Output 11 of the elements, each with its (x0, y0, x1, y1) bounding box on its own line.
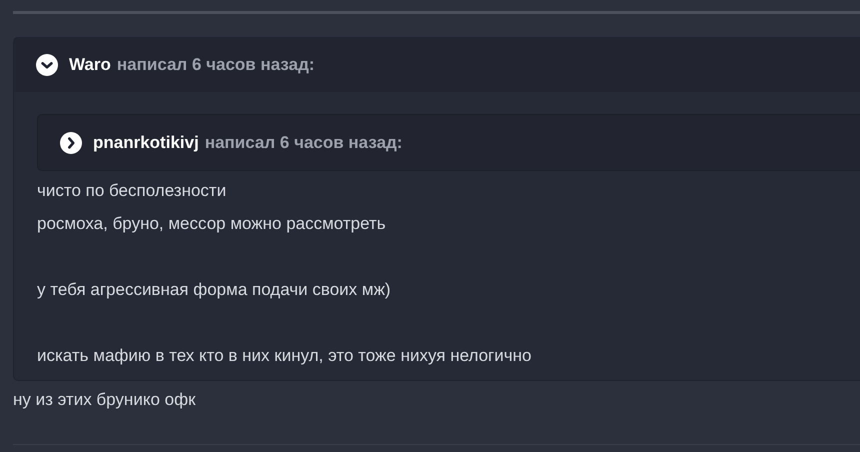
chevron-down-icon[interactable] (36, 54, 58, 76)
chevron-right-icon[interactable] (60, 132, 82, 154)
reply-text: ну из этих брунико офк (13, 389, 196, 411)
author-name[interactable]: Waro (69, 52, 111, 78)
quote-text-line: чисто по бесполезности (37, 180, 226, 202)
quote-meta: написал 6 часов назад: (116, 54, 315, 76)
quote-text-line: росмоха, бруно, мессор можно рассмотреть (37, 213, 386, 235)
quote-text-line: искать мафию в тех кто в них кинул, это тоже нихуя нелогично (37, 345, 532, 367)
quote-text-line: у тебя агрессивная форма подачи своих мж) (37, 279, 391, 301)
author-name[interactable]: pnanrkotikivj (93, 130, 199, 156)
quote-meta: написал 6 часов назад: (204, 132, 402, 154)
